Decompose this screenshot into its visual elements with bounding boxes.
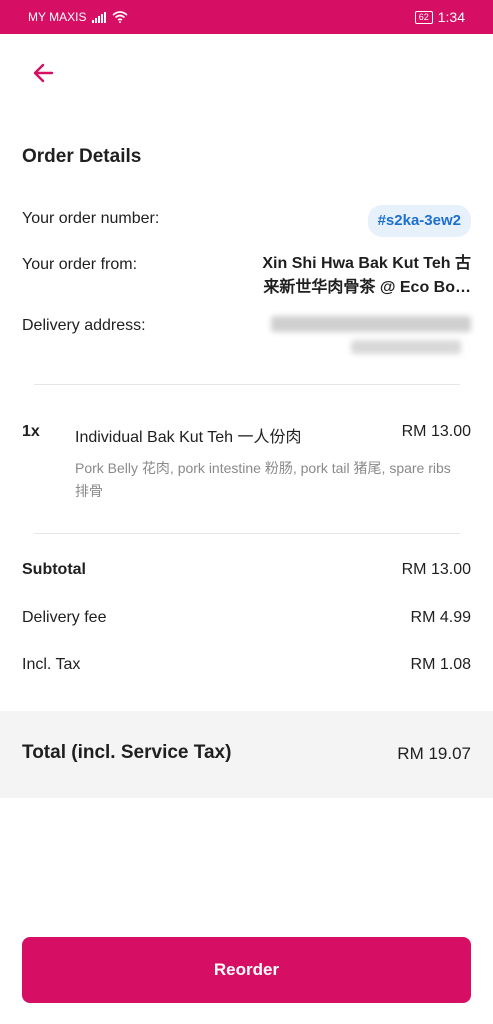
page-title: Order Details <box>22 146 142 167</box>
delivery-fee-value: RM 4.99 <box>410 609 471 626</box>
subtotal-label: Subtotal <box>22 561 86 578</box>
reorder-button[interactable]: Reorder <box>22 937 471 1003</box>
delivery-address-label: Delivery address: <box>22 317 146 334</box>
signal-icon <box>92 11 107 23</box>
status-bar: MY MAXIS 62 1:34 <box>0 0 493 34</box>
status-time: 1:34 <box>437 9 465 25</box>
delivery-fee-label: Delivery fee <box>22 609 107 626</box>
restaurant-name: Xin Shi Hwa Bak Kut Teh 古 来新世华肉骨茶 @ Eco … <box>231 252 471 300</box>
order-from-label: Your order from: <box>22 256 138 273</box>
tax-label: Incl. Tax <box>22 656 81 673</box>
battery-icon: 62 <box>414 10 433 24</box>
delivery-address-redacted <box>271 312 471 360</box>
total-value: RM 19.07 <box>397 744 471 763</box>
order-number-label: Your order number: <box>22 210 160 227</box>
restaurant-name-line2: 来新世华肉骨茶 @ Eco Bo… <box>263 279 471 296</box>
total-row: Total (incl. Service Tax) RM 19.07 <box>0 711 493 798</box>
item-description: Pork Belly 花肉, pork intestine 粉肠, pork t… <box>75 460 451 499</box>
status-right: 62 1:34 <box>414 9 465 25</box>
restaurant-name-line1: Xin Shi Hwa Bak Kut Teh 古 <box>262 255 471 272</box>
item-quantity: 1x <box>22 423 40 440</box>
divider <box>34 533 460 534</box>
arrow-left-icon[interactable] <box>28 58 58 88</box>
item-name: Individual Bak Kut Teh 一人份肉 <box>75 429 302 446</box>
wifi-icon <box>112 11 128 23</box>
divider <box>34 384 460 385</box>
carrier-name: MY MAXIS <box>28 10 87 24</box>
total-label: Total (incl. Service Tax) <box>22 742 232 763</box>
item-price: RM 13.00 <box>401 423 471 440</box>
status-left: MY MAXIS <box>28 10 128 24</box>
order-number-badge: #s2ka-3ew2 <box>367 205 471 237</box>
subtotal-value: RM 13.00 <box>401 561 471 578</box>
app-bar <box>0 34 493 110</box>
tax-value: RM 1.08 <box>410 656 471 673</box>
